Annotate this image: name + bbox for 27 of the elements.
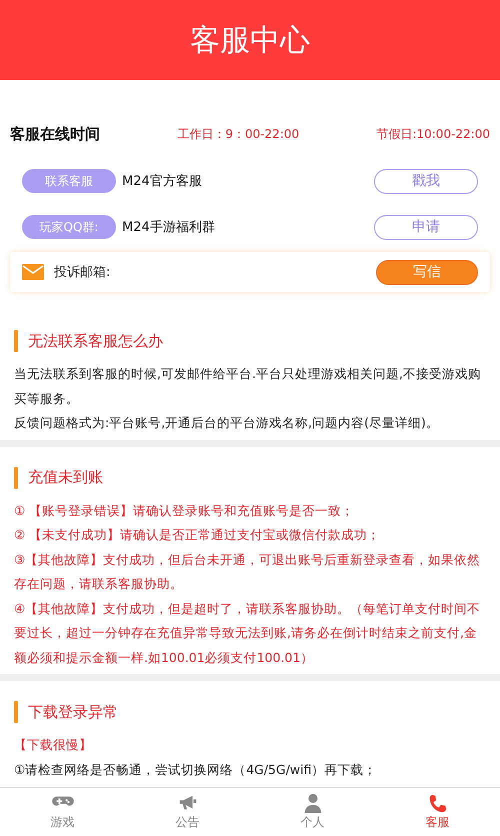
envelope-icon [22,264,44,280]
section-title: 充值未到账 [28,468,103,487]
page-title: 客服中心 [190,22,310,60]
paragraph: ④【其他故障】支付成功，但是超时了，请联系客服协助。（每笔订单支付时间不要过长，超过一分钟存在充值异常导致无法到账,请务必在倒计时结束之前支付,金额必须和提示金额一样.如100.01必须支付100.01） [14,600,482,666]
section-marker [14,330,18,352]
paragraph: ③【其他故障】支付成功，但后台未开通，可退出账号后重新登录查看，如果依然存在问题，请联系客服协助。 [14,550,482,593]
paragraph: 当无法联系到客服的时候,可发邮件给平台.平台只处理游戏相关问题,不接受游戏购买等服务。 [14,365,482,408]
paragraph: 反馈问题格式为:平台账号,开通后台的平台游戏名称,问题内容(尽量详细)。 [14,414,440,432]
paragraph: ② 【未支付成功】请确认是否正常通过支付宝或微信付款成功； [14,526,382,544]
contact-label: 联系客服 [22,169,116,193]
section-marker [14,466,18,488]
paragraph: ①请检查网络是否畅通，尝试切换网络（4G/5G/wifi）再下载； [14,760,378,778]
holiday-hours: 节假日:10:00-22:00 [376,126,490,142]
write-button[interactable]: 写信 [376,260,478,284]
section-title: 下载登录异常 [28,702,118,722]
paragraph: ① 【账号登录错误】请确认登录账号和充值账号是否一致； [14,502,356,520]
workday-hours: 工作日：9：00-22:00 [177,126,300,142]
paragraph: 【下载很慢】 [14,736,93,754]
complaint-label: 投诉邮箱: [54,264,112,281]
section-title: 无法联系客服怎么办 [28,332,163,350]
hours-title: 客服在线时间 [10,124,100,144]
contact-label: 玩家QQ群: [22,215,116,239]
contact-name: M24官方客服 [122,173,203,190]
section-marker [14,701,18,723]
contact-button[interactable]: 戳我 [374,168,478,194]
contact-button[interactable]: 申请 [374,214,478,240]
contact-name: M24手游福利群 [122,219,216,236]
